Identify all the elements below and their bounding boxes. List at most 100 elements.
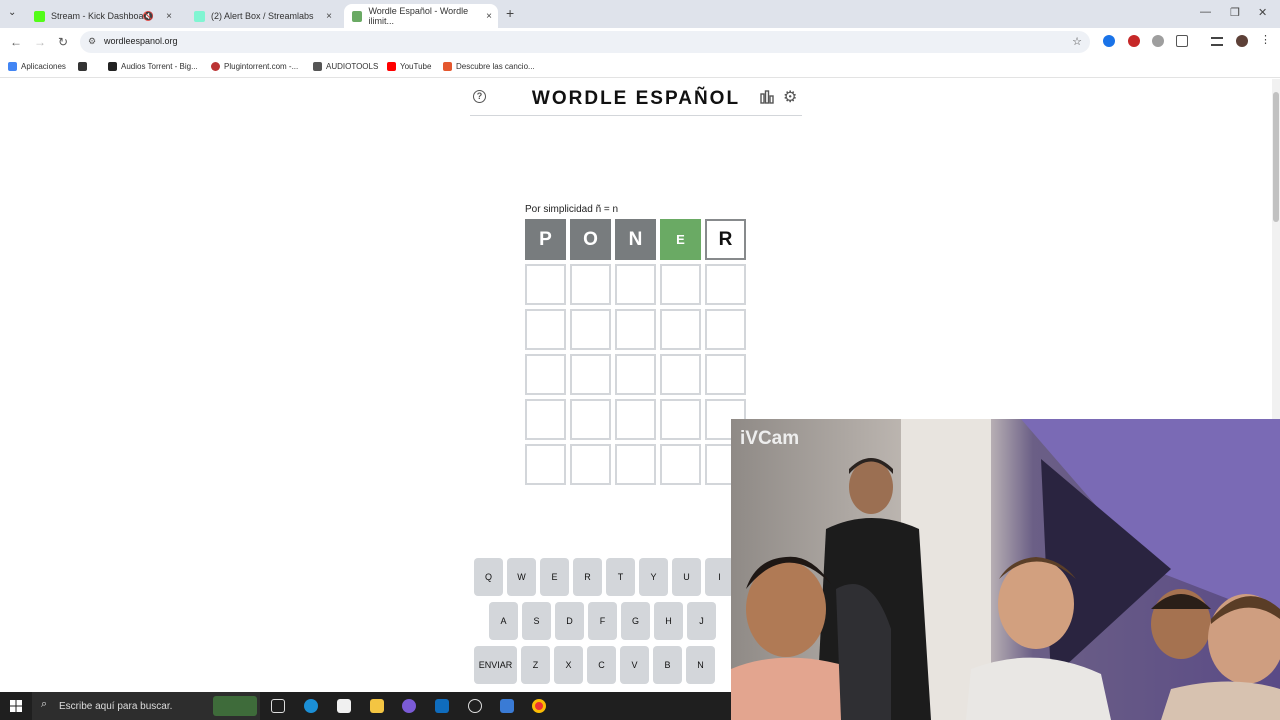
key-t[interactable]: T (606, 558, 635, 596)
windows-start-icon[interactable] (10, 700, 22, 712)
edge-icon[interactable] (304, 699, 318, 713)
key-q[interactable]: Q (474, 558, 503, 596)
guitar-icon (108, 62, 117, 71)
scrollbar-thumb[interactable] (1273, 92, 1279, 222)
empty-tile (660, 354, 701, 395)
enter-key[interactable]: ENVIAR (474, 646, 517, 684)
empty-tile (705, 354, 746, 395)
key-i[interactable]: I (705, 558, 734, 596)
empty-tile (570, 444, 611, 485)
key-y[interactable]: Y (639, 558, 668, 596)
browser-toolbar: ← → ↻ ⚙ wordleespanol.org ☆ (0, 28, 1280, 56)
webcam-overlay: iVCam (731, 419, 1280, 720)
tab-streamlabs[interactable]: (2) Alert Box / Streamlabs × (186, 4, 338, 28)
screen: { "browser": { "tabs": [ {"label": "Stre… (0, 0, 1280, 720)
close-tab-icon[interactable]: × (326, 11, 332, 22)
bookmark-item[interactable]: Aplicaciones (8, 62, 66, 71)
empty-tile (525, 309, 566, 350)
tab-wordle[interactable]: Wordle Español - Wordle ilimit... × (344, 4, 498, 28)
key-a[interactable]: A (489, 602, 518, 640)
close-window-icon[interactable]: ✕ (1258, 6, 1267, 19)
mail-icon[interactable] (435, 699, 449, 713)
key-b[interactable]: B (653, 646, 682, 684)
key-f[interactable]: F (588, 602, 617, 640)
shield-icon[interactable] (1152, 35, 1164, 47)
minimize-icon[interactable]: — (1200, 6, 1211, 18)
key-u[interactable]: U (672, 558, 701, 596)
bookmark-item[interactable]: Descubre las cancio... (443, 62, 535, 71)
avatar[interactable] (1236, 35, 1248, 47)
new-tab-icon[interactable]: + (506, 5, 514, 21)
bookmark-item[interactable]: YouTube (387, 62, 431, 71)
apps-grid-icon (8, 62, 17, 71)
settings-gear-icon[interactable]: ⚙ (783, 87, 797, 107)
letter-tile: E (660, 219, 701, 260)
key-x[interactable]: X (554, 646, 583, 684)
empty-tile (615, 354, 656, 395)
copilot-icon[interactable] (402, 699, 416, 713)
empty-tile (660, 309, 701, 350)
task-view-icon[interactable] (271, 699, 285, 713)
app-icon[interactable] (500, 699, 514, 713)
soundcloud-icon (443, 62, 452, 71)
url-text[interactable]: wordleespanol.org (104, 36, 178, 46)
page-title: WORDLE ESPAÑOL (531, 88, 741, 109)
empty-tile (570, 354, 611, 395)
store-icon[interactable] (337, 699, 351, 713)
bookmark-label: Aplicaciones (21, 62, 66, 71)
extension-icon[interactable] (1103, 35, 1115, 47)
key-z[interactable]: Z (521, 646, 550, 684)
empty-tile (615, 309, 656, 350)
maximize-icon[interactable]: ❐ (1230, 6, 1240, 19)
search-placeholder: Escribe aquí para buscar. (59, 701, 173, 712)
close-tab-icon[interactable]: × (166, 11, 172, 22)
bookmark-item[interactable] (78, 62, 91, 71)
key-v[interactable]: V (620, 646, 649, 684)
key-r[interactable]: R (573, 558, 602, 596)
forward-icon[interactable]: → (34, 35, 46, 49)
search-highlight-icon (213, 696, 257, 716)
tab-kick[interactable]: Stream - Kick Dashboard 🔇 × (26, 4, 178, 28)
bookmark-star-icon[interactable]: ☆ (1072, 35, 1082, 48)
obs-icon[interactable] (468, 699, 482, 713)
bookmark-label: YouTube (400, 62, 432, 71)
bookmark-item[interactable]: Plugintorrent.com -... (211, 62, 298, 71)
bookmark-label: Plugintorrent.com -... (224, 62, 299, 71)
key-c[interactable]: C (587, 646, 616, 684)
menu-dots-icon[interactable]: ⋮ (1260, 33, 1272, 46)
media-icon[interactable] (1211, 37, 1223, 46)
reload-icon[interactable]: ↻ (58, 35, 68, 49)
address-bar[interactable]: ⚙ wordleespanol.org ☆ (80, 31, 1090, 53)
key-d[interactable]: D (555, 602, 584, 640)
key-n[interactable]: N (686, 646, 715, 684)
stats-icon[interactable] (760, 90, 774, 104)
key-s[interactable]: S (522, 602, 551, 640)
key-h[interactable]: H (654, 602, 683, 640)
search-icon: ⌕ (41, 698, 48, 710)
extension-icon[interactable] (1128, 35, 1140, 47)
tab-search-icon[interactable]: ⌄ (8, 7, 16, 18)
empty-tile (570, 309, 611, 350)
empty-tile (705, 264, 746, 305)
key-j[interactable]: J (687, 602, 716, 640)
chrome-icon[interactable] (532, 699, 546, 713)
muted-icon[interactable]: 🔇 (143, 11, 154, 22)
back-icon[interactable]: ← (10, 35, 22, 49)
bookmark-item[interactable]: Audios Torrent - Big... (108, 62, 198, 71)
bookmark-item[interactable]: AUDIOTOOLS (313, 62, 378, 71)
file-explorer-icon[interactable] (370, 699, 384, 713)
close-tab-icon[interactable]: × (486, 11, 492, 22)
key-w[interactable]: W (507, 558, 536, 596)
empty-tile (570, 399, 611, 440)
bookmark-label: AUDIOTOOLS (326, 62, 379, 71)
key-g[interactable]: G (621, 602, 650, 640)
taskbar-search[interactable]: ⌕ Escribe aquí para buscar. (32, 692, 260, 720)
site-info-icon[interactable]: ⚙ (88, 36, 96, 47)
webcam-label: iVCam (740, 428, 800, 449)
key-e[interactable]: E (540, 558, 569, 596)
empty-tile (525, 354, 566, 395)
puzzle-icon[interactable] (1176, 35, 1188, 47)
empty-tile (525, 264, 566, 305)
plugintorrent-icon (211, 62, 220, 71)
tab-strip: ⌄ Stream - Kick Dashboard 🔇 × (2) Alert … (0, 0, 1280, 28)
